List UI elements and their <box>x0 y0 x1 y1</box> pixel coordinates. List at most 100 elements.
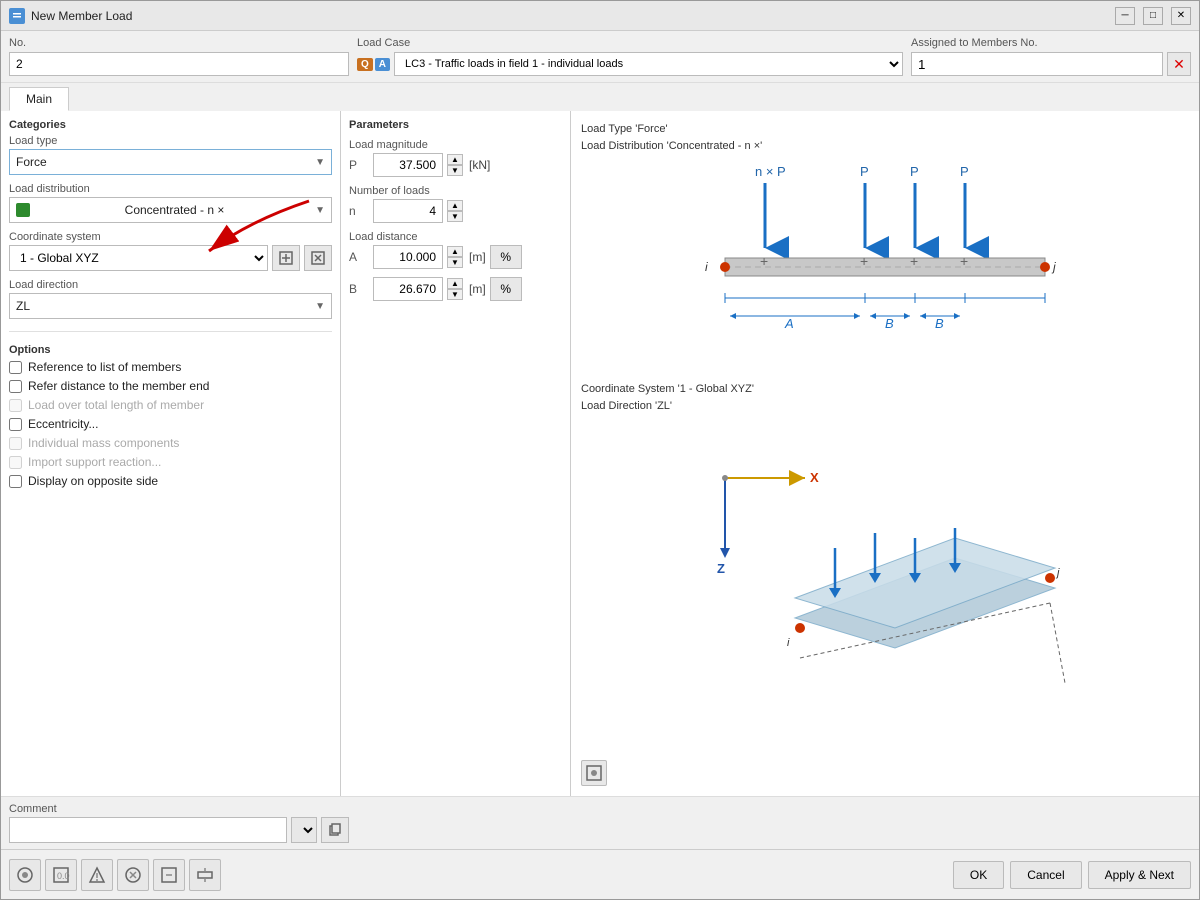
load-type-dropdown[interactable]: Force ▼ <box>9 149 332 175</box>
svg-text:+: + <box>760 253 768 269</box>
load-distance-section: Load distance A ▲ ▼ [m] % B ▲ <box>349 231 562 301</box>
svg-text:Z: Z <box>717 561 725 576</box>
b-label: B <box>349 282 369 296</box>
assigned-label: Assigned to Members No. <box>911 37 1191 49</box>
coord-row: 1 - Global XYZ <box>9 245 332 271</box>
titlebar: New Member Load ─ □ ✕ <box>1 1 1199 31</box>
a-percent-btn[interactable]: % <box>490 245 522 269</box>
a-spin-up[interactable]: ▲ <box>447 246 463 257</box>
svg-text:0.0: 0.0 <box>57 871 70 881</box>
window-title: New Member Load <box>31 9 1107 23</box>
checkbox-refer-dist-input[interactable] <box>9 380 22 393</box>
footer-actions: OK Cancel Apply & Next <box>953 861 1191 889</box>
svg-text:X: X <box>810 470 819 485</box>
categories-section: Categories Load type Force ▼ Load distri… <box>9 119 332 319</box>
coord-btn1[interactable] <box>272 245 300 271</box>
tool-btn-6[interactable] <box>189 859 221 891</box>
no-input[interactable] <box>9 52 349 76</box>
p-spin-up[interactable]: ▲ <box>447 154 463 165</box>
close-button[interactable]: ✕ <box>1171 7 1191 25</box>
loadcase-select[interactable]: LC3 - Traffic loads in field 1 - individ… <box>394 52 903 76</box>
a-input[interactable] <box>373 245 443 269</box>
a-row: A ▲ ▼ [m] % <box>349 245 562 269</box>
checkbox-mass-input <box>9 437 22 450</box>
tool-btn-4[interactable] <box>117 859 149 891</box>
checkbox-load-total-label: Load over total length of member <box>28 398 204 412</box>
coord-diagram-title: Coordinate System '1 - Global XYZ' Load … <box>581 381 1189 414</box>
load-direction-value: ZL <box>16 299 30 313</box>
n-spin-down[interactable]: ▼ <box>447 211 463 222</box>
diagram-tool-btn[interactable] <box>581 760 607 786</box>
checkbox-eccentricity-input[interactable] <box>9 418 22 431</box>
p-spinners: ▲ ▼ <box>447 154 463 176</box>
b-spinners: ▲ ▼ <box>447 278 463 300</box>
assigned-row: ✕ <box>911 52 1191 76</box>
coord-system-diagram-label: Coordinate System '1 - Global XYZ' <box>581 383 754 395</box>
load-dist-label: Load distribution <box>9 183 332 195</box>
apply-next-button[interactable]: Apply & Next <box>1088 861 1191 889</box>
load-svg-diagram: n × P P P P <box>581 158 1189 378</box>
b-spin-up[interactable]: ▲ <box>447 278 463 289</box>
tool-btn-2[interactable]: 0.0 <box>45 859 77 891</box>
maximize-button[interactable]: □ <box>1143 7 1163 25</box>
b-input[interactable] <box>373 277 443 301</box>
left-panel: Categories Load type Force ▼ Load distri… <box>1 111 341 796</box>
tool-btn-5[interactable] <box>153 859 185 891</box>
footer-tools: 0.0 <box>9 859 221 891</box>
options-title: Options <box>9 344 332 356</box>
checkbox-load-total: Load over total length of member <box>9 398 332 412</box>
load-direction-dropdown[interactable]: ZL ▼ <box>9 293 332 319</box>
b-unit: [m] <box>469 282 486 296</box>
tool-btn-1[interactable] <box>9 859 41 891</box>
loadcase-badge-q: Q <box>357 58 373 71</box>
coord-system-select[interactable]: 1 - Global XYZ <box>9 245 268 271</box>
cancel-button[interactable]: Cancel <box>1010 861 1081 889</box>
n-label: n <box>349 204 369 218</box>
tab-main[interactable]: Main <box>9 87 69 111</box>
n-spin-up[interactable]: ▲ <box>447 200 463 211</box>
a-spinners: ▲ ▼ <box>447 246 463 268</box>
assigned-clear-button[interactable]: ✕ <box>1167 52 1191 76</box>
minimize-button[interactable]: ─ <box>1115 7 1135 25</box>
svg-text:n × P: n × P <box>755 164 786 179</box>
b-spin-down[interactable]: ▼ <box>447 289 463 300</box>
checkbox-import-label: Import support reaction... <box>28 455 161 469</box>
checkbox-ref-list-input[interactable] <box>9 361 22 374</box>
svg-text:P: P <box>860 164 869 179</box>
load-dist-diagram-label: Load Distribution 'Concentrated - n ×' <box>581 140 762 152</box>
svg-text:P: P <box>960 164 969 179</box>
checkbox-display-input[interactable] <box>9 475 22 488</box>
assigned-input[interactable] <box>911 52 1163 76</box>
coord-btn2[interactable] <box>304 245 332 271</box>
svg-text:B: B <box>935 316 944 331</box>
comment-copy-btn[interactable] <box>321 817 349 843</box>
p-spin-down[interactable]: ▼ <box>447 165 463 176</box>
b-percent-btn[interactable]: % <box>490 277 522 301</box>
p-row: P ▲ ▼ [kN] <box>349 153 562 177</box>
checkbox-load-total-input <box>9 399 22 412</box>
load-dist-value: Concentrated - n × <box>125 203 225 217</box>
coord-system-field: Coordinate system 1 - Global XYZ <box>9 231 332 271</box>
comment-dropdown[interactable] <box>291 817 317 843</box>
n-input[interactable] <box>373 199 443 223</box>
svg-text:j: j <box>1051 260 1056 274</box>
a-unit: [m] <box>469 250 486 264</box>
main-content: Categories Load type Force ▼ Load distri… <box>1 111 1199 796</box>
load-type-diagram-label: Load Type 'Force' <box>581 123 668 135</box>
comment-input[interactable] <box>9 817 287 843</box>
svg-text:+: + <box>960 253 968 269</box>
n-spinners: ▲ ▼ <box>447 200 463 222</box>
p-input[interactable] <box>373 153 443 177</box>
load-diagram-title: Load Type 'Force' Load Distribution 'Con… <box>581 121 1189 154</box>
diagram-area: Load Type 'Force' Load Distribution 'Con… <box>571 111 1199 796</box>
a-spin-down[interactable]: ▼ <box>447 257 463 268</box>
svg-text:i: i <box>705 260 708 274</box>
load-dist-dropdown[interactable]: Concentrated - n × ▼ <box>9 197 332 223</box>
ok-button[interactable]: OK <box>953 861 1004 889</box>
footer: 0.0 OK Cancel Apply & Next <box>1 849 1199 899</box>
load-direction-label: Load direction <box>9 279 332 291</box>
checkbox-ref-list-label: Reference to list of members <box>28 360 181 374</box>
tool-btn-3[interactable] <box>81 859 113 891</box>
loadcase-badge-a: A <box>375 58 390 71</box>
comment-label: Comment <box>9 803 349 815</box>
